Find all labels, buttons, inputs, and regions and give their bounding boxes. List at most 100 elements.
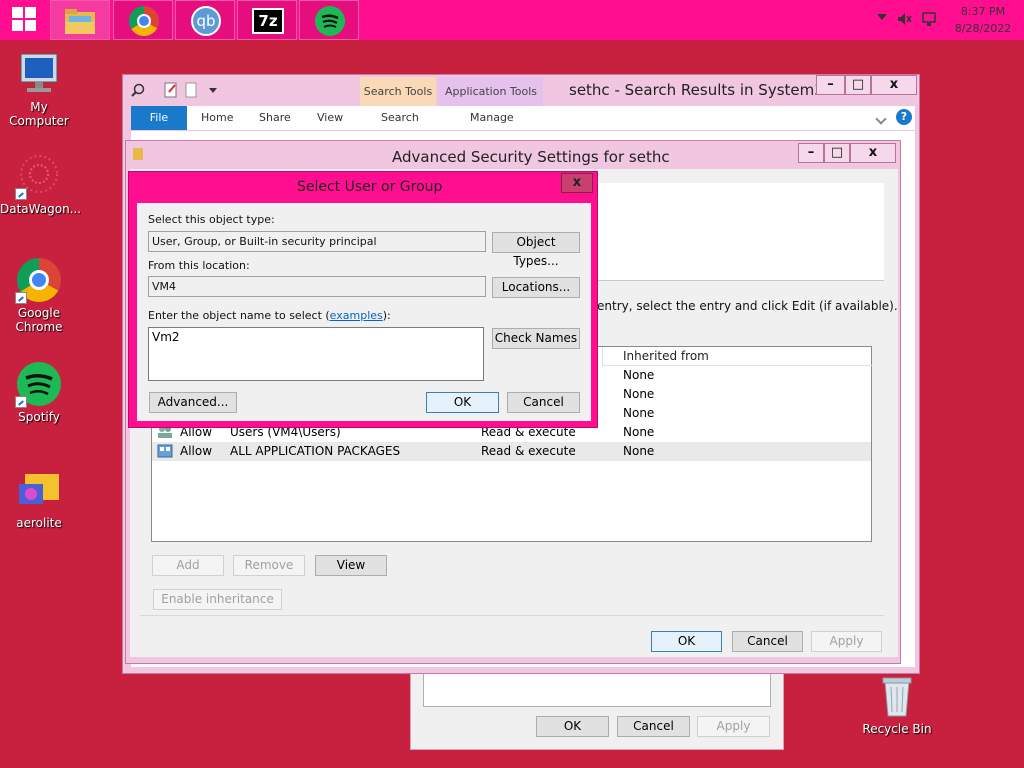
locations-button[interactable]: Locations... [492, 277, 580, 298]
clock-date: 8/28/2022 [954, 22, 1012, 35]
7zip-icon: 7z [252, 8, 284, 34]
desktop-icon-datawagon[interactable]: DataWagon... [0, 152, 82, 216]
context-tab-application-tools[interactable]: Application Tools [439, 77, 543, 107]
desktop-icon-label: aerolite [16, 516, 62, 530]
chrome-icon [129, 6, 159, 36]
remove-button[interactable]: Remove [233, 555, 305, 576]
adv-security-ok-button[interactable]: OK [651, 631, 722, 652]
adv-security-close-button[interactable]: x [850, 143, 896, 163]
explorer-close-button[interactable]: x [871, 75, 917, 95]
adv-security-apply-button[interactable]: Apply [811, 631, 882, 652]
taskbar-7zip[interactable]: 7z [237, 0, 297, 40]
view-button[interactable]: View [315, 555, 387, 576]
desktop-icon-google-chrome[interactable]: Google Chrome [0, 256, 78, 334]
ribbon-bar: File Home Share View Search Manage ? [131, 106, 915, 130]
help-icon[interactable]: ? [896, 109, 912, 125]
spotify-icon [15, 360, 63, 408]
enable-inheritance-button[interactable]: Enable inheritance [153, 589, 282, 610]
start-button[interactable] [0, 0, 50, 40]
examples-link[interactable]: examples [330, 309, 383, 322]
monitor-icon [15, 50, 63, 98]
show-hidden-icons-chevron[interactable] [877, 14, 887, 20]
select-user-ok-button[interactable]: OK [426, 392, 499, 413]
chrome-icon [15, 256, 63, 304]
explorer-maximize-button[interactable]: □ [845, 75, 871, 95]
volume-muted-icon[interactable] [896, 11, 912, 27]
add-button[interactable]: Add [152, 555, 224, 576]
location-label: From this location: [148, 259, 250, 272]
select-user-dialog: Select User or Group x Select this objec… [128, 171, 598, 428]
desktop-icon-my-computer[interactable]: My Computer [0, 50, 78, 128]
permission-instruction-text: entry, select the entry and click Edit (… [597, 299, 898, 313]
qat-chevron-down-icon[interactable] [209, 88, 217, 93]
adv-security-folder-icon [133, 148, 143, 160]
adv-security-cancel-button[interactable]: Cancel [732, 631, 803, 652]
ribbon-tab-file[interactable]: File [131, 106, 187, 130]
shortcut-arrow-icon [15, 396, 27, 408]
system-clock[interactable]: 8:37 PM 8/28/2022 [944, 3, 1022, 37]
desktop-icon-label: DataWagon... [0, 202, 82, 216]
clock-time: 8:37 PM [960, 5, 1006, 18]
shortcut-arrow-icon [15, 292, 27, 304]
column-header-inherited-from[interactable]: Inherited from [602, 347, 872, 366]
ribbon-tab-manage[interactable]: Manage [470, 111, 514, 124]
new-folder-icon[interactable] [185, 82, 197, 98]
row-inherited: None [623, 406, 655, 420]
object-types-button[interactable]: Object Types... [492, 232, 580, 268]
select-user-body: Select this object type: User, Group, or… [137, 203, 591, 421]
aerolite-icon [15, 466, 63, 514]
network-icon[interactable] [921, 11, 937, 27]
recycle-bin-icon [873, 672, 921, 720]
windows-logo-icon [12, 7, 23, 18]
row-inherited: None [623, 425, 655, 439]
adv-security-footer [140, 615, 884, 616]
properties-apply-button[interactable]: Apply [697, 716, 770, 737]
select-user-close-button[interactable]: x [561, 173, 593, 193]
ribbon-expand-chevron-icon[interactable] [875, 113, 887, 125]
ribbon-tab-home[interactable]: Home [201, 111, 233, 124]
qbittorrent-icon: qb [191, 6, 221, 36]
properties-dialog: OK Cancel Apply [410, 664, 784, 750]
desktop-icon-label: Recycle Bin [862, 722, 932, 736]
row-access: Read & execute [481, 444, 576, 458]
ribbon-tab-share[interactable]: Share [259, 111, 291, 124]
explorer-title: sethc - Search Results in System32 [569, 81, 834, 99]
select-user-cancel-button[interactable]: Cancel [507, 392, 580, 413]
object-type-label: Select this object type: [148, 213, 275, 226]
search-icon[interactable] [131, 83, 145, 97]
adv-security-minimize-button[interactable]: – [798, 143, 824, 163]
desktop-icon-spotify[interactable]: Spotify [0, 360, 78, 424]
object-name-label-text: Enter the object name to select ( [148, 309, 330, 322]
taskbar-file-explorer[interactable] [50, 0, 110, 40]
adv-security-maximize-button[interactable]: □ [824, 143, 850, 163]
ribbon-tab-search[interactable]: Search [381, 111, 419, 124]
desktop-icon-label: Google Chrome [15, 306, 63, 334]
object-type-field: User, Group, or Built-in security princi… [148, 231, 486, 252]
object-name-label-end: ): [382, 309, 391, 322]
desktop-icon-aerolite[interactable]: aerolite [0, 466, 78, 530]
ribbon-tab-view[interactable]: View [317, 111, 343, 124]
taskbar: qb 7z 8:37 PM 8/28/2022 [0, 0, 1024, 40]
explorer-minimize-button[interactable]: – [816, 75, 845, 95]
taskbar-qbittorrent[interactable]: qb [175, 0, 235, 40]
properties-ok-button[interactable]: OK [536, 716, 609, 737]
table-row[interactable]: Allow ALL APPLICATION PACKAGES Read & ex… [152, 442, 871, 461]
taskbar-chrome[interactable] [113, 0, 173, 40]
shortcut-arrow-icon [15, 188, 27, 200]
app-packages-icon [157, 444, 173, 458]
taskbar-spotify[interactable] [299, 0, 359, 40]
row-inherited: None [623, 444, 655, 458]
check-names-button[interactable]: Check Names [492, 328, 580, 349]
select-user-title: Select User or Group [297, 179, 443, 195]
location-field: VM4 [148, 276, 486, 297]
folder-icon [65, 9, 95, 34]
object-name-label: Enter the object name to select (example… [148, 309, 391, 322]
properties-icon[interactable] [164, 82, 178, 98]
properties-cancel-button[interactable]: Cancel [617, 716, 690, 737]
advanced-button[interactable]: Advanced... [149, 392, 237, 413]
context-tab-search-tools[interactable]: Search Tools [360, 77, 436, 107]
desktop-icon-label: My Computer [9, 100, 69, 128]
object-name-input[interactable]: Vm2 [148, 327, 484, 381]
desktop-icon-recycle-bin[interactable]: Recycle Bin [858, 672, 936, 736]
desktop-icon-label: Spotify [18, 410, 60, 424]
